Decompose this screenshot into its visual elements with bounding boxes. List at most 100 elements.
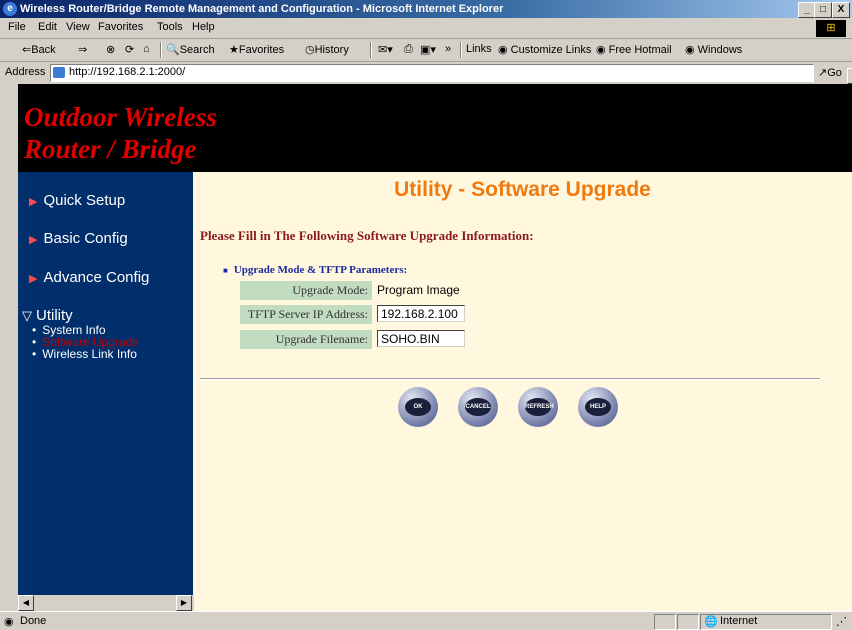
sidebar-item-label: Quick Setup [43,192,126,209]
forward-button[interactable]: ⇒ [78,43,87,56]
main-panel: Utility - Software Upgrade Please Fill i… [193,172,852,611]
section-header: ■ Upgrade Mode & TFTP Parameters: [223,264,407,276]
window-title: Wireless Router/Bridge Remote Management… [20,3,504,15]
upgrade-filename-label: Upgrade Filename: [240,330,372,349]
sidebar-item-label: Basic Config [43,230,128,247]
link-hotmail-label: Free Hotmail [608,44,672,56]
history-button[interactable]: ◷History [305,43,349,56]
sidebar-item-utility[interactable]: ▽ Utility [22,307,73,324]
page-content: Outdoor Wireless Router / Bridge ▶ Quick … [18,84,852,611]
form-instructions: Please Fill in The Following Software Up… [200,228,534,243]
zone-text: Internet [720,615,758,627]
stop-icon[interactable]: ⊗ [106,43,115,56]
status-pane [677,614,699,630]
banner: Outdoor Wireless Router / Bridge [18,84,852,172]
menu-tools[interactable]: Tools [157,21,183,33]
go-button[interactable]: ↗Go [818,66,842,79]
sidebar-subitem-label: Wireless Link Info [42,347,137,361]
cancel-button-label: CANCEL [465,398,491,416]
refresh-icon[interactable]: ⟳ [125,43,134,56]
bullet-icon: ■ [223,266,228,275]
status-text: Done [20,615,47,627]
menu-bar: File Edit View Favorites Tools Help [0,18,852,39]
sidebar-item-quick-setup[interactable]: ▶ Quick Setup [29,192,125,209]
scroll-right-icon[interactable]: ▶ [176,595,192,611]
scroll-left-icon[interactable]: ◀ [18,595,34,611]
toolbar-separator [370,42,372,58]
cancel-button[interactable]: CANCEL [458,387,498,427]
menu-view[interactable]: View [66,21,90,33]
address-dropdown-button[interactable]: ▼ [847,68,852,84]
go-label: Go [827,67,842,79]
banner-line-1: Outdoor Wireless [24,102,217,132]
sidebar-subitem-wireless-link-info[interactable]: • Wireless Link Info [32,347,137,361]
link-hotmail[interactable]: ◉ Free Hotmail [596,43,672,56]
sidebar-nav: ▶ Quick Setup ▶ Basic Config ▶ Advance Conf… [18,172,193,611]
section-header-label: Upgrade Mode & TFTP Parameters: [233,264,408,276]
maximize-button[interactable]: □ [814,2,832,18]
address-label: Address [5,66,46,78]
tftp-ip-input[interactable]: 192.168.2.100 [377,305,465,322]
page-title: Utility - Software Upgrade [394,178,651,201]
edit-icon[interactable]: ▣▾ [420,43,436,56]
history-label: History [314,44,349,56]
address-bar: Address http://192.168.2.1:2000/ ▼ ↗Go [0,62,852,85]
toolbar-separator [160,42,162,58]
link-windows-label: Windows [697,44,743,56]
refresh-button-label: REFRESH [525,398,554,416]
link-customize[interactable]: ◉ Customize Links [498,43,591,56]
resize-grip-icon[interactable]: ⋰ [836,615,847,628]
close-button[interactable]: X [832,2,850,18]
sidebar-item-advance-config[interactable]: ▶ Advance Config [29,269,149,286]
upgrade-mode-label: Upgrade Mode: [240,281,372,300]
link-customize-label: Customize Links [510,44,592,56]
link-windows[interactable]: ◉ Windows [685,43,742,56]
go-arrow-icon: ↗ [818,67,828,79]
sidebar-item-label: Utility [36,307,73,324]
upgrade-mode-value: Program Image [377,283,460,297]
tftp-ip-label: TFTP Server IP Address: [240,305,372,324]
more-toolbar-button[interactable]: » [445,43,451,55]
windows-logo-icon: ⊞ [816,20,846,37]
help-button[interactable]: HELP [578,387,618,427]
menu-favorites[interactable]: Favorites [98,21,143,33]
upgrade-filename-input[interactable]: SOHO.BIN [377,330,465,347]
arrow-right-icon: ▶ [29,196,38,208]
ie-icon: e [3,2,17,16]
favorites-label: Favorites [238,44,285,56]
arrow-down-icon: ▽ [22,308,32,323]
menu-help[interactable]: Help [192,21,215,33]
refresh-button[interactable]: REFRESH [518,387,558,427]
status-pane [654,614,676,630]
horizontal-scrollbar[interactable]: ◀ ▶ [18,595,194,611]
history-icon: ◷ [305,44,315,56]
banner-line-2: Router / Bridge [24,134,197,164]
sidebar-item-basic-config[interactable]: ▶ Basic Config [29,230,128,247]
sidebar-item-label: Advance Config [43,269,150,286]
toolbar: ⇐Back ⇒ ⊗ ⟳ ⌂ 🔍Search ★Favorites ◷Histor… [0,39,852,62]
help-button-label: HELP [585,398,611,416]
arrow-right-icon: ▶ [29,273,38,285]
search-button[interactable]: 🔍Search [166,43,215,56]
home-icon[interactable]: ⌂ [143,43,150,55]
address-url: http://192.168.2.1:2000/ [69,66,186,78]
status-page-icon: ◉ [4,616,14,628]
search-label: Search [179,44,215,56]
print-icon[interactable]: ⎙ [404,43,413,56]
menu-file[interactable]: File [8,21,26,33]
favorites-icon: ★ [229,44,239,56]
window-title-bar[interactable]: e Wireless Router/Bridge Remote Manageme… [0,0,852,18]
ok-button[interactable]: OK [398,387,438,427]
search-icon: 🔍 [166,44,180,56]
internet-zone-icon: 🌐 [704,616,718,628]
mail-icon[interactable]: ✉▾ [378,43,393,56]
divider [200,378,820,380]
window-left-frame [0,84,18,611]
address-input[interactable]: http://192.168.2.1:2000/ ▼ [50,64,852,84]
bullet-icon: • [32,347,37,361]
menu-edit[interactable]: Edit [38,21,57,33]
back-button[interactable]: ⇐Back [22,43,56,56]
page-icon [53,67,65,78]
favorites-button[interactable]: ★Favorites [229,43,284,56]
links-label: Links [466,43,492,55]
